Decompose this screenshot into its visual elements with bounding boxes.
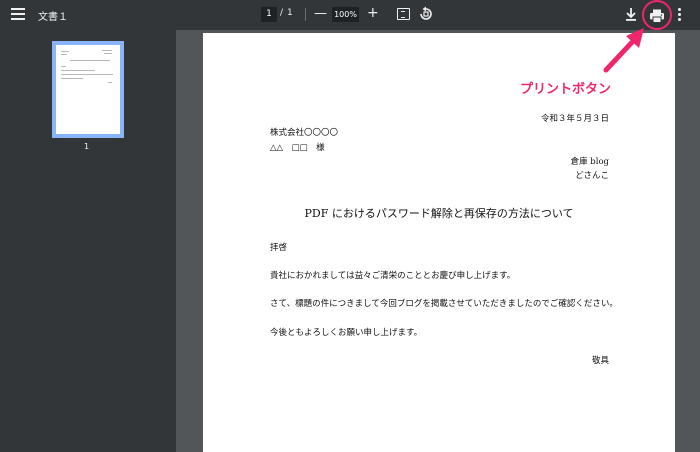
recipient-company: 株式会社〇〇〇〇 bbox=[270, 128, 339, 138]
zoom-in-button[interactable]: + bbox=[367, 5, 379, 21]
page-number-input[interactable]: 1 bbox=[261, 7, 277, 22]
document-heading: PDF におけるパスワード解除と再保存の方法について bbox=[304, 207, 574, 220]
thumb-line bbox=[70, 60, 110, 61]
zoom-out-button[interactable]: — bbox=[314, 6, 327, 21]
thumb-line bbox=[61, 66, 66, 67]
rotate-icon[interactable] bbox=[418, 6, 434, 22]
body-paragraph: 今後ともよろしくお願い申し上げます。 bbox=[270, 328, 423, 338]
download-icon[interactable] bbox=[625, 7, 637, 22]
thumb-line bbox=[108, 82, 112, 83]
page-thumbnail[interactable] bbox=[52, 41, 124, 138]
thumb-line bbox=[102, 50, 112, 51]
thumb-line bbox=[61, 74, 113, 75]
thumb-line bbox=[61, 51, 69, 52]
print-icon[interactable] bbox=[649, 8, 665, 23]
sender-organization: 倉庫 blog bbox=[570, 157, 609, 167]
recipient-name: △△ □□ 様 bbox=[270, 143, 325, 153]
thumb-line bbox=[104, 53, 112, 54]
thumb-line bbox=[61, 54, 67, 55]
more-options-icon[interactable] bbox=[678, 8, 682, 22]
thumbnail-page-number: 1 bbox=[84, 142, 90, 151]
greeting: 拝啓 bbox=[270, 243, 288, 253]
menu-icon[interactable] bbox=[11, 8, 25, 22]
print-button-annotation: プリントボタン bbox=[520, 82, 612, 97]
body-paragraph: 貴社におかれましては益々ご清栄のこととお慶び申し上げます。 bbox=[270, 271, 516, 281]
document-date: 令和３年５月３日 bbox=[540, 114, 609, 124]
page-separator: / bbox=[280, 8, 284, 18]
document-title: 文書１ bbox=[38, 12, 68, 23]
toolbar-divider bbox=[305, 8, 306, 21]
body-paragraph: さて、標題の件につきまして今回ブログを掲載させていただきましたのでご確認ください… bbox=[270, 299, 618, 309]
sender-name: どさんこ bbox=[575, 171, 609, 181]
pdf-toolbar: 文書１ 1 / 1 — 100% + bbox=[0, 0, 700, 30]
thumb-line bbox=[61, 70, 95, 71]
thumb-line bbox=[61, 78, 83, 79]
fit-to-page-icon[interactable] bbox=[397, 8, 410, 20]
zoom-level-input[interactable]: 100% bbox=[332, 7, 359, 22]
thumbnail-sidebar: 1 bbox=[0, 30, 176, 452]
closing: 敬具 bbox=[591, 356, 609, 366]
page-total: 1 bbox=[287, 8, 293, 18]
